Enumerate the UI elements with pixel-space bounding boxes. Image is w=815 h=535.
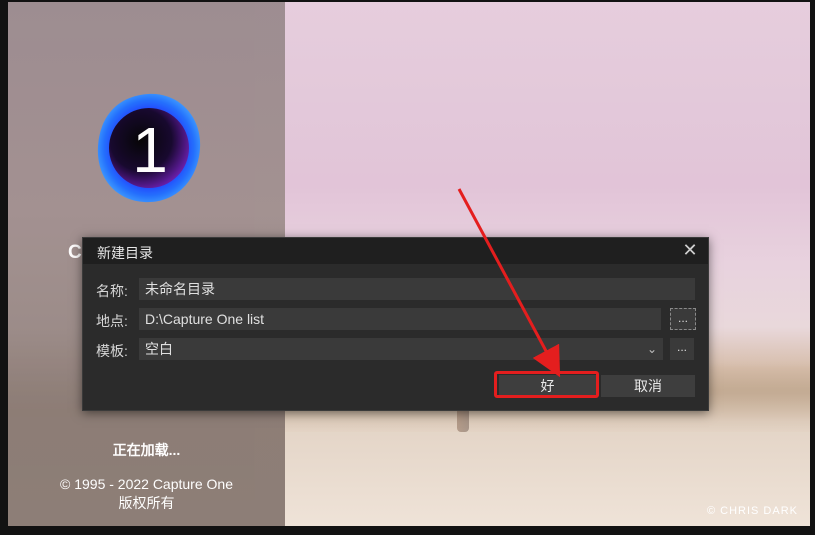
name-field[interactable]: 未命名目录 (139, 278, 695, 300)
name-row: 名称: 未命名目录 (83, 278, 708, 300)
capture-one-logo-icon: 1 (92, 90, 204, 206)
location-browse-button[interactable]: ... (670, 308, 696, 330)
svg-text:1: 1 (132, 114, 168, 186)
ok-button[interactable]: 好 (499, 375, 596, 397)
template-select[interactable]: 空白 ⌄ (139, 338, 663, 360)
loading-status: 正在加载... (112, 442, 181, 458)
template-value: 空白 (145, 341, 173, 357)
close-icon[interactable]: ✕ (680, 240, 700, 260)
template-more-button[interactable]: ... (670, 338, 694, 360)
dialog-title: 新建目录 (97, 245, 153, 261)
location-field[interactable]: D:\Capture One list (139, 308, 661, 330)
template-row: 模板: 空白 ⌄ ... (83, 338, 708, 360)
copyright-text: © 1995 - 2022 Capture One 版权所有 (8, 475, 285, 513)
cancel-button[interactable]: 取消 (601, 375, 695, 397)
name-label: 名称: (96, 283, 128, 299)
dialog-titlebar[interactable]: 新建目录 ✕ (83, 238, 708, 264)
app-title-partial: C (68, 242, 82, 263)
chevron-down-icon: ⌄ (646, 342, 657, 356)
photo-credit: © CHRIS DARK (706, 505, 798, 517)
template-label: 模板: (96, 343, 128, 359)
location-label: 地点: (96, 313, 128, 329)
new-catalog-dialog: 新建目录 ✕ 名称: 未命名目录 地点: D:\Capture One list… (82, 237, 709, 411)
copyright-line: © 1995 - 2022 Capture One (60, 476, 233, 492)
location-row: 地点: D:\Capture One list ... (83, 308, 708, 330)
rights-line: 版权所有 (118, 495, 175, 511)
